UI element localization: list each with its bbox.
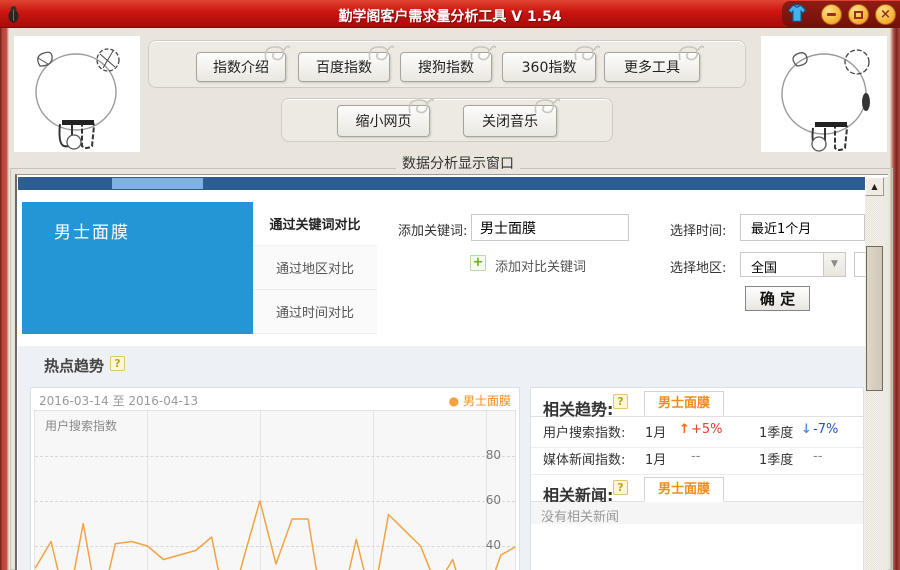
toolbar-button-360-index[interactable]: 360指数 [502,52,596,82]
shirt-icon [787,3,807,22]
select-time-label: 选择时间: [670,224,727,239]
close-button[interactable]: × [875,4,896,25]
navbar-active-item[interactable] [112,178,203,189]
main-window: 勤学阁客户需求量分析工具 V 1.54 × 指数介绍 百度指数 搜狗指数 360… [0,0,900,570]
related-news-keyword-tab[interactable]: 男士面膜 [644,477,724,502]
chart-date-range: 2016-03-14 至 2016-04-13 [39,394,199,408]
panda-picture-right [761,36,887,152]
related-trends-keyword-tab[interactable]: 男士面膜 [644,391,724,416]
groupbox-label: 数据分析显示窗口 [396,153,520,173]
time-range-input[interactable] [740,214,865,241]
keyword-panel-label: 男士面膜 [54,223,130,243]
hot-trend-section: 热点趋势 ? 2016-03-14 至 2016-04-13 ● 男士面膜 80… [18,346,865,570]
legend-series-label: 男士面膜 [462,394,511,408]
close-icon: × [880,7,891,22]
tab-compare-by-region[interactable]: 通过地区对比 [253,246,377,290]
page-navbar [18,177,865,190]
toolbar-button-baidu-index[interactable]: 百度指数 [298,52,390,82]
news-empty-row: 没有相关新闻 [531,502,863,525]
region-select[interactable]: 全国 ▼ [740,252,846,277]
stat-name: 用户搜索指数: [543,426,626,441]
stat-period-month: 1月 [645,453,667,468]
panda-picture-left [14,36,140,152]
stat-month-value: -- [691,449,701,464]
stat-name: 媒体新闻指数: [543,453,626,468]
region-select-value: 全国 [751,261,778,276]
related-stat-row: 媒体新闻指数: 1月 -- 1季度 -- [531,449,863,475]
titlebar: 勤学阁客户需求量分析工具 V 1.54 × [0,0,900,28]
trend-plot-area: 80 60 40 用户搜索指数 [34,410,516,570]
stat-month-value: +5% [691,422,723,437]
skin-change-button[interactable] [786,3,808,25]
legend-dot-icon: ● [448,394,460,408]
related-stat-row: 用户搜索指数: 1月 ↑ +5% 1季度 ↓ -7% [531,422,863,448]
add-keyword-label: 添加关键词: [398,224,468,239]
trend-chart-card: 2016-03-14 至 2016-04-13 ● 男士面膜 80 60 40 … [30,387,520,570]
keyword-panel: 男士面膜 [22,202,253,334]
arrow-up-icon: ↑ [679,422,690,437]
help-icon[interactable]: ? [613,394,628,409]
stat-quarter-value: -7% [813,422,839,437]
window-title: 勤学阁客户需求量分析工具 V 1.54 [338,9,562,25]
minimize-icon [827,13,836,16]
toolbar-button-index-intro[interactable]: 指数介绍 [196,52,286,82]
window-border-left [0,28,9,570]
web-page: 男士面膜 通过关键词对比 通过地区对比 通过时间对比 添加关键词: + 添加对比… [18,175,865,570]
trend-line-path [35,500,515,570]
help-icon[interactable]: ? [110,356,125,371]
toolbar-button-close-music[interactable]: 关闭音乐 [463,105,557,137]
minimize-button[interactable] [821,4,842,25]
stat-quarter-value: -- [813,449,823,464]
confirm-button[interactable]: 确 定 [745,286,810,311]
tab-compare-by-time[interactable]: 通过时间对比 [253,290,377,334]
tab-compare-by-keyword[interactable]: 通过关键词对比 [253,202,377,246]
scrollbar-thumb[interactable] [866,246,883,391]
stat-period-quarter: 1季度 [759,453,794,468]
trend-line-chart [35,500,515,570]
toolbar-panel-bottom [281,98,613,142]
select-region-label: 选择地区: [670,261,727,276]
maximize-icon [854,10,863,19]
related-info-card: 相关趋势: ? 男士面膜 用户搜索指数: 1月 ↑ +5% 1季度 ↓ -7% … [530,387,864,570]
arrow-down-icon: ↓ [801,422,812,437]
browser-scrollbar: ▲ [865,177,888,570]
stat-period-quarter: 1季度 [759,426,794,441]
stat-period-month: 1月 [645,426,667,441]
keyword-input[interactable] [471,214,629,241]
help-icon[interactable]: ? [613,480,628,495]
hot-trend-title: 热点趋势 [44,357,105,375]
toolbar-button-shrink-page[interactable]: 缩小网页 [337,105,430,137]
toolbar-button-sogou-index[interactable]: 搜狗指数 [400,52,492,82]
dropdown-arrow-icon: ▼ [823,253,845,276]
add-compare-keyword-label: 添加对比关键词 [495,260,587,275]
news-empty-text: 没有相关新闻 [541,510,620,525]
scrollbar-up-button[interactable]: ▲ [865,177,884,196]
compare-mode-tabs: 通过关键词对比 通过地区对比 通过时间对比 [253,202,377,334]
related-trends-label: 相关趋势: [543,400,614,419]
plus-icon: + [470,255,486,271]
chart-legend: ● 男士面膜 [449,392,511,409]
maximize-button[interactable] [848,4,869,25]
city-select-partial [854,252,865,277]
embedded-browser: 男士面膜 通过关键词对比 通过地区对比 通过时间对比 添加关键词: + 添加对比… [15,174,888,570]
toolbar-button-more-tools[interactable]: 更多工具 [604,52,700,82]
